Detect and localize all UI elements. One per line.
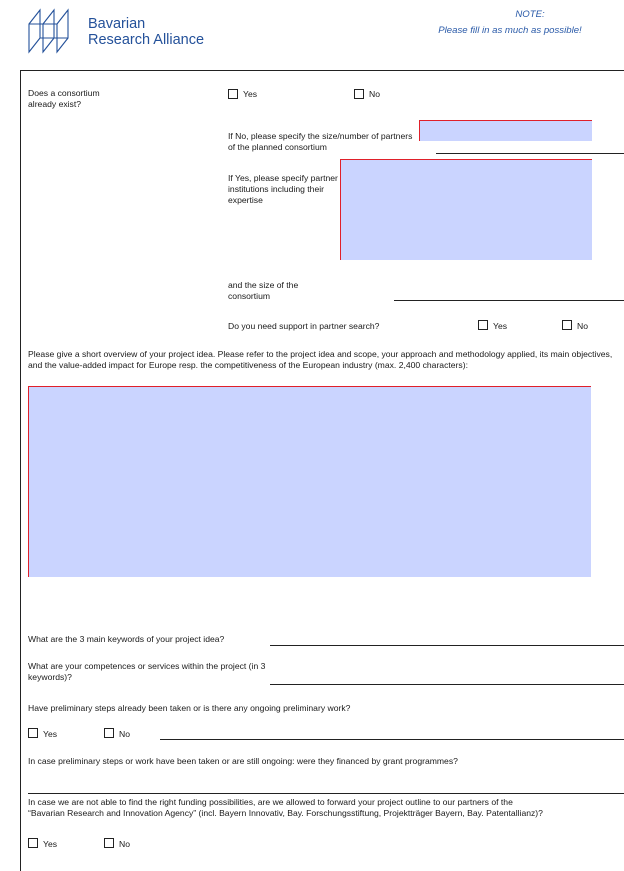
competences-label: What are your competences or services wi… [28,661,266,682]
note-text: Please fill in as much as possible! [438,25,582,36]
if-yes-label: If Yes, please specify partner instituti… [228,173,338,205]
forward-label-line1: In case we are not able to find the righ… [28,797,513,807]
logo-mark-icon [28,8,69,54]
forward-yes-checkbox[interactable] [28,838,38,848]
consortium-no-label: No [369,89,380,99]
preliminary-label: Have preliminary steps already been take… [28,703,351,713]
financed-underline[interactable] [28,793,624,794]
forward-no-checkbox[interactable] [104,838,114,848]
forward-no-label: No [119,839,130,849]
note-title: NOTE: [515,9,545,20]
if-no-label: If No, please specify the size/number of… [228,131,413,152]
partner-institutions-field[interactable] [340,159,592,260]
consortium-yes-label: Yes [243,89,258,99]
support-yes-label: Yes [493,321,508,331]
if-no-underline [436,153,624,154]
consortium-question: Does a consortium already exist? [28,88,100,109]
logo: Bavarian Research Alliance [26,6,226,56]
keywords-label: What are the 3 main keywords of your pro… [28,634,225,644]
support-no-checkbox[interactable] [562,320,572,330]
consortium-yes-checkbox[interactable] [228,89,238,99]
project-overview-field[interactable] [28,386,591,577]
preliminary-yes-checkbox[interactable] [28,728,38,738]
consortium-no-checkbox[interactable] [354,89,364,99]
logo-text-line2: Research Alliance [88,32,205,48]
competences-underline[interactable] [270,684,624,685]
forward-yes-label: Yes [43,839,58,849]
forward-label-line2: “Bavarian Research and Innovation Agency… [28,808,543,818]
planned-consortium-size-field[interactable] [419,120,592,141]
support-yes-checkbox[interactable] [478,320,488,330]
logo-text-line1: Bavarian [88,16,146,32]
preliminary-no-label: No [119,729,130,739]
size-label: and the size of the consortium [228,280,299,301]
support-no-label: No [577,321,588,331]
support-label: Do you need support in partner search? [228,321,380,331]
preliminary-no-checkbox[interactable] [104,728,114,738]
preliminary-underline[interactable] [160,739,624,740]
financed-label: In case preliminary steps or work have b… [28,756,458,766]
preliminary-yes-label: Yes [43,729,58,739]
size-underline[interactable] [394,300,624,301]
keywords-underline[interactable] [270,645,624,646]
overview-label: Please give a short overview of your pro… [28,349,613,370]
